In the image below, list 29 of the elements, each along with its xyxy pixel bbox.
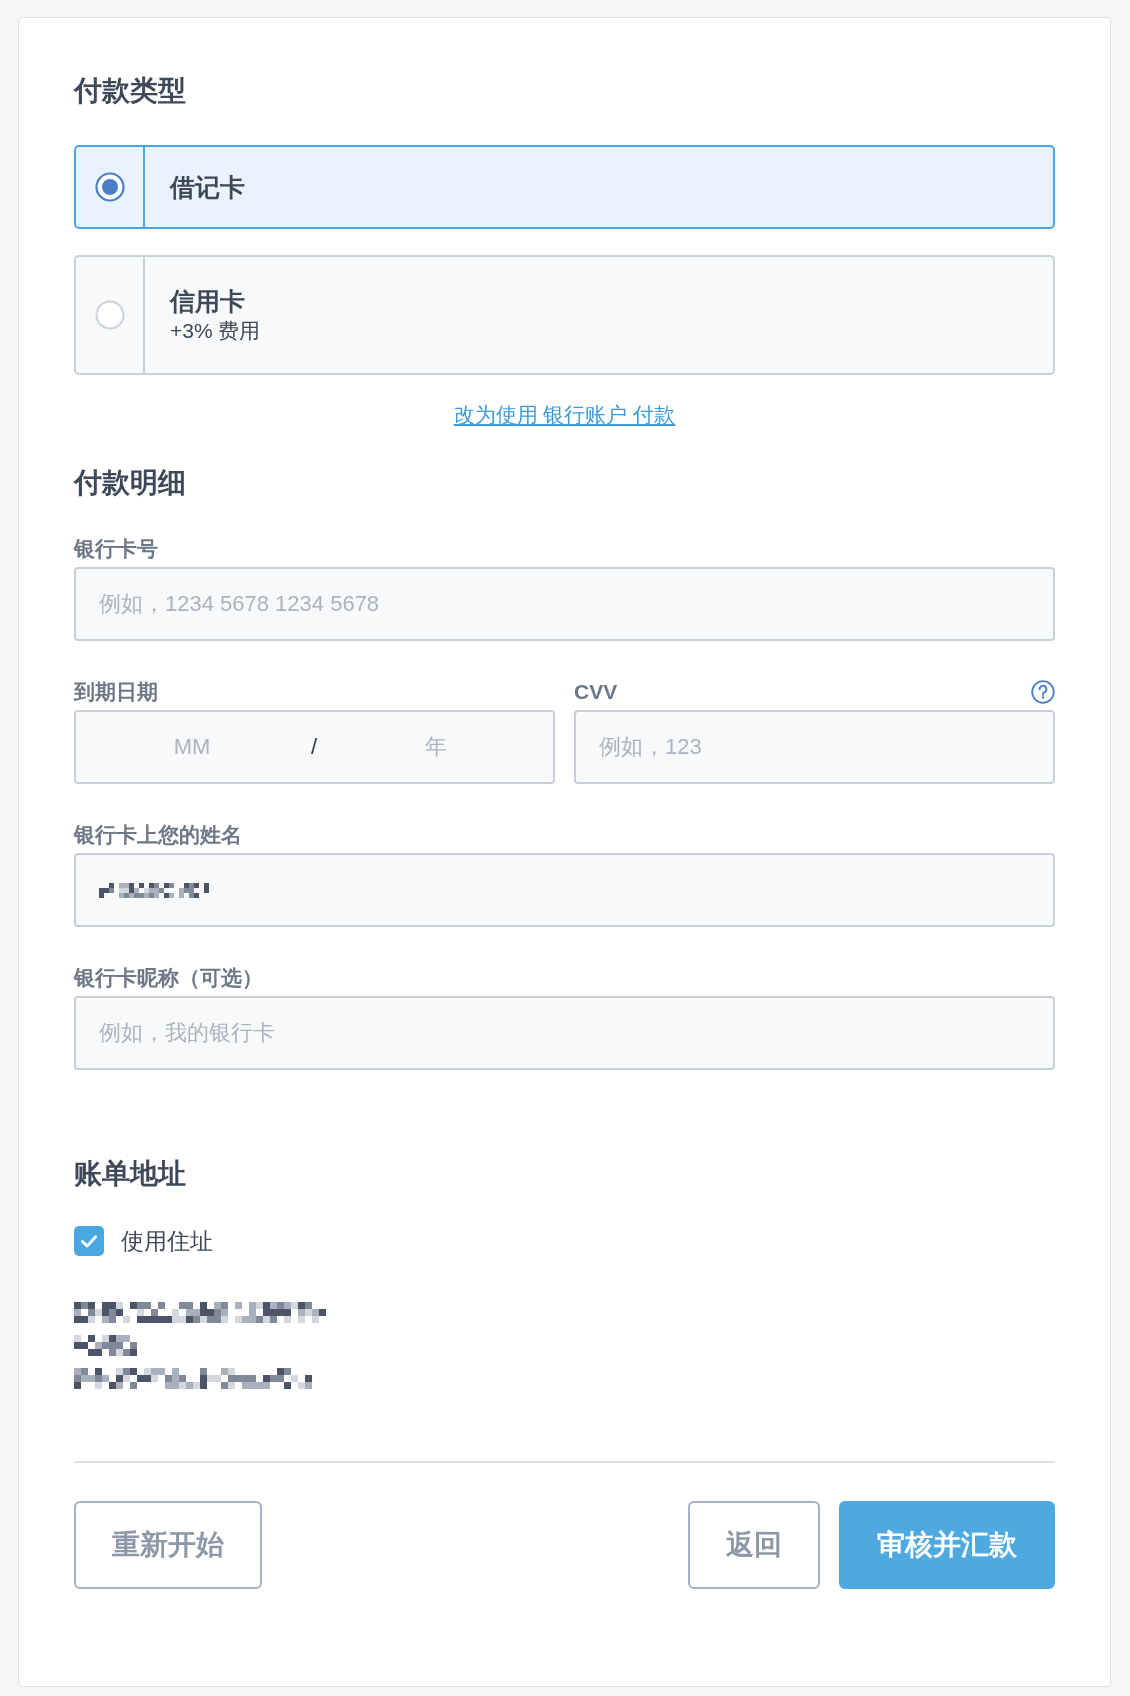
date-separator: / [309,733,319,761]
checkbox-label: 使用住址 [121,1227,213,1256]
card-number-input[interactable]: 例如，1234 5678 1234 5678 [74,567,1055,641]
back-button[interactable]: 返回 [688,1501,820,1589]
section-heading: 付款明细 [74,466,186,500]
field-label: CVV [574,679,618,705]
bank-account-link[interactable]: 改为使用 银行账户 付款 [453,403,676,426]
help-icon[interactable] [1031,680,1055,704]
option-label: 信用卡 [170,286,245,317]
field-label: 银行卡上您的姓名 [74,822,242,848]
year-input[interactable]: 年 [336,727,536,767]
field-label: 银行卡号 [74,536,158,562]
option-label: 借记卡 [170,172,245,203]
field-label: 到期日期 [74,679,158,705]
expiry-field[interactable]: MM / 年 [74,710,555,784]
field-label: 银行卡昵称（可选） [74,965,263,991]
restart-button[interactable]: 重新开始 [74,1501,262,1589]
nickname-input[interactable]: 例如，我的银行卡 [74,996,1055,1070]
checkbox[interactable] [74,1226,104,1256]
name-input[interactable] [74,853,1055,927]
section-heading: 账单地址 [74,1157,186,1191]
section-heading: 付款类型 [74,74,186,108]
month-input[interactable]: MM [92,727,292,767]
option-note: +3% 费用 [170,318,261,344]
payment-option[interactable]: 信用卡 +3% 费用 [74,255,1055,375]
payment-option[interactable]: 借记卡 [74,145,1055,229]
radio-button[interactable] [94,172,125,202]
submit-button[interactable]: 审核并汇款 [839,1501,1055,1589]
cvv-input[interactable]: 例如，123 [574,710,1055,784]
